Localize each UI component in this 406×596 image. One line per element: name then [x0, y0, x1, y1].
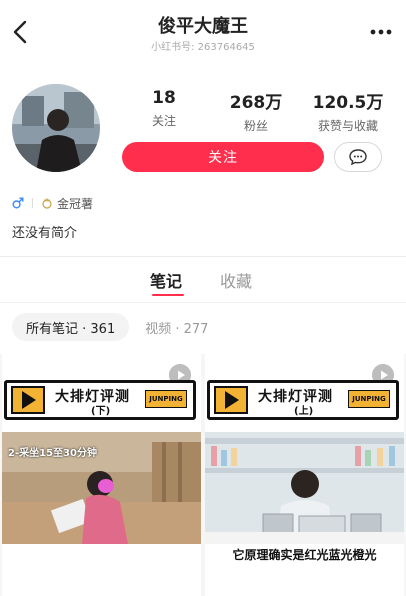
tab-notes[interactable]: 笔记 — [150, 268, 182, 292]
profile-stats: 18 关注 268万 粉丝 120.5万 获赞与收藏 — [118, 88, 394, 133]
stat-value: 268万 — [229, 93, 283, 113]
follow-button[interactable]: 关注 — [122, 142, 324, 172]
active-tab-indicator — [152, 294, 184, 296]
content-tabs: 笔记 收藏 — [0, 268, 406, 298]
notes-grid: 大排灯评测 (下) JUNPING 2-采坐15至30分钟 大排灯评测 (上) … — [0, 354, 406, 596]
video-banner: 大排灯评测 (上) JUNPING — [207, 380, 399, 420]
note-card[interactable]: 大排灯评测 (上) JUNPING 它原理确实是红光蓝光橙光 — [205, 354, 404, 596]
stat-label: 粉丝 — [243, 119, 268, 133]
banner-brand: JUNPING — [348, 390, 390, 408]
filter-all-notes[interactable]: 所有笔记 · 361 — [12, 313, 130, 341]
stat-value: 120.5万 — [312, 93, 384, 113]
note-card[interactable]: 大排灯评测 (下) JUNPING 2-采坐15至30分钟 — [2, 354, 201, 596]
banner-play-icon — [214, 386, 248, 414]
message-button[interactable] — [334, 142, 382, 172]
banner-subtitle: (下) — [91, 406, 111, 417]
note-thumbnail — [205, 432, 404, 544]
note-filters: 所有笔记 · 361 视频 · 277 — [12, 313, 208, 341]
badge-label: 金冠薯 — [57, 196, 94, 211]
tabs-divider — [0, 302, 406, 303]
stat-following[interactable]: 18 关注 — [118, 88, 210, 132]
banner-play-icon — [11, 386, 45, 414]
crown-icon — [42, 197, 52, 209]
card-footer — [2, 544, 201, 596]
account-id: 小红书号: 263764645 — [151, 42, 255, 53]
profile-bio: 还没有简介 — [12, 226, 78, 241]
message-icon — [349, 149, 367, 166]
profile-tags: 金冠薯 — [12, 195, 93, 211]
stat-followers[interactable]: 268万 粉丝 — [210, 88, 302, 133]
section-divider — [0, 256, 406, 257]
tag-divider — [32, 198, 33, 208]
more-icon[interactable] — [368, 24, 394, 40]
stat-label: 获赞与收藏 — [317, 119, 378, 133]
note-caption: 2-采坐15至30分钟 — [8, 448, 97, 459]
banner-subtitle: (上) — [294, 406, 314, 417]
stat-value: 18 — [152, 88, 176, 108]
tab-collections[interactable]: 收藏 — [220, 268, 252, 292]
avatar[interactable] — [12, 84, 100, 172]
stat-likes[interactable]: 120.5万 获赞与收藏 — [302, 88, 394, 133]
profile-name: 俊平大魔王 — [158, 16, 248, 37]
filter-videos[interactable]: 视频 · 277 — [145, 318, 208, 337]
top-bar: 俊平大魔王 小红书号: 263764645 — [0, 0, 406, 62]
banner-brand: JUNPING — [145, 390, 187, 408]
male-icon — [12, 197, 24, 209]
note-caption: 它原理确实是红光蓝光橙光 — [232, 548, 377, 562]
video-banner: 大排灯评测 (下) JUNPING — [4, 380, 196, 420]
stat-label: 关注 — [151, 114, 176, 128]
